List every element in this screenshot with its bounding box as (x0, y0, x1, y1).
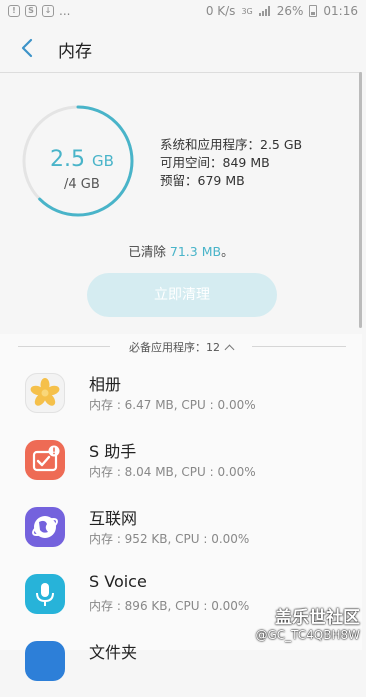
watermark-title: 盖乐世社区 (275, 608, 360, 628)
download-icon: ↓ (42, 5, 54, 17)
cleared-suffix: 。 (221, 244, 234, 259)
network-speed: 0 K/s (205, 4, 236, 18)
internet-globe-icon (25, 507, 65, 547)
chevron-up-icon (224, 344, 235, 355)
watermark-handle: @GC_TC4QBH8W (255, 628, 360, 642)
list-item-s-assistant[interactable]: S 助手 内存 : 8.04 MB, CPU : 0.00% (0, 429, 362, 496)
battery-icon (309, 5, 318, 17)
battery-percent: 26% (276, 4, 304, 18)
memory-total: /4 GB (64, 177, 100, 192)
list-item-internet[interactable]: 互联网 内存 : 952 KB, CPU : 0.00% (0, 496, 362, 563)
gallery-flower-icon (25, 373, 65, 413)
section-label: 必备应用程序：12 (0, 339, 362, 355)
app-usage: 内存 : 952 KB, CPU : 0.00% (89, 532, 250, 546)
section-header[interactable]: 必备应用程序：12 (0, 334, 362, 360)
s-assistant-icon (25, 440, 65, 480)
cleared-prefix: 已清除 (128, 244, 170, 259)
stat-system: 系统和应用程序：2.5 GB (160, 137, 303, 152)
memory-summary-card: 2.5 GB /4 GB 系统和应用程序：2.5 GB 可用空间：849 MB … (0, 72, 362, 335)
more-notifications: ... (59, 4, 71, 18)
folder-icon (25, 641, 65, 681)
app-name: S 助手 (89, 442, 137, 461)
status-bar: ! S ↓ ... 0 K/s 3G 26% 01:16 (0, 0, 366, 26)
cleared-amount: 71.3 MB (169, 244, 222, 259)
section-label-text: 必备应用程序：12 (129, 341, 220, 354)
clean-now-button[interactable]: 立即清理 (87, 273, 277, 317)
app-name: 相册 (89, 375, 122, 394)
memory-stats: 系统和应用程序：2.5 GB 可用空间：849 MB 预留：679 MB (160, 136, 302, 190)
list-item-gallery[interactable]: 相册 内存 : 6.47 MB, CPU : 0.00% (0, 362, 362, 429)
app-header: 内存 (0, 26, 366, 72)
app-usage: 内存 : 896 KB, CPU : 0.00% (89, 599, 250, 613)
microphone-icon (25, 574, 65, 614)
memory-used-unit: GB (92, 152, 114, 170)
scrollbar[interactable] (359, 72, 362, 328)
back-arrow-icon[interactable] (16, 36, 40, 60)
app-name: 互联网 (89, 509, 138, 528)
app-name: 文件夹 (89, 643, 138, 662)
memory-used-number: 2.5 (50, 147, 85, 172)
page-title: 内存 (58, 42, 92, 62)
notification-icon: ! (8, 5, 20, 17)
watermark: 盖乐世社区 @GC_TC4QBH8W (255, 603, 360, 642)
s-icon: S (25, 5, 37, 17)
stat-reserved: 预留：679 MB (160, 173, 245, 188)
signal-icon (258, 6, 271, 16)
cleared-message: 已清除 71.3 MB。 (0, 241, 362, 260)
memory-used-value: 2.5 GB (50, 147, 114, 172)
app-usage: 内存 : 6.47 MB, CPU : 0.00% (89, 398, 256, 412)
app-name: S Voice (89, 572, 147, 591)
stat-free: 可用空间：849 MB (160, 155, 270, 170)
network-type: 3G (241, 6, 253, 16)
clock: 01:16 (323, 4, 358, 18)
app-usage: 内存 : 8.04 MB, CPU : 0.00% (89, 465, 256, 479)
